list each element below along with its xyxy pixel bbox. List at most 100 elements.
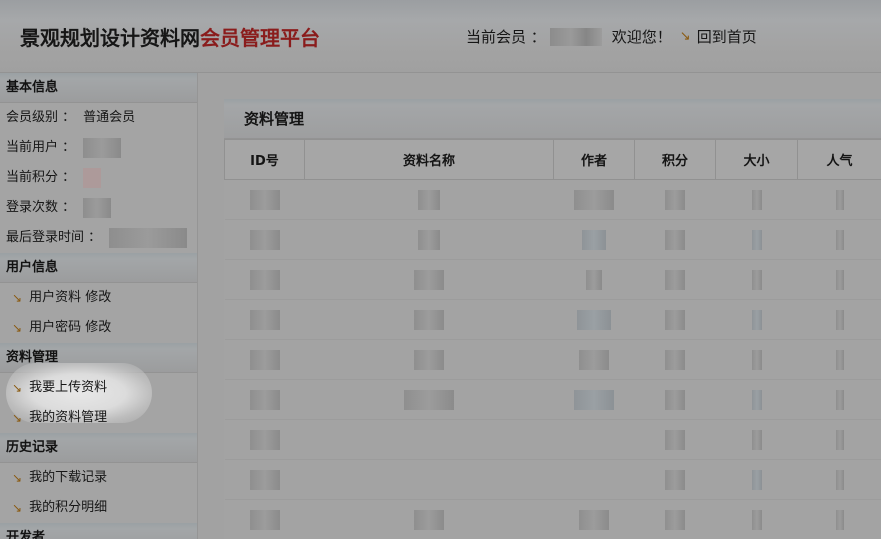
home-link[interactable]: 回到首页 [697,26,757,47]
redacted-value [835,309,844,330]
redacted-value [835,349,844,370]
redacted-value [414,269,444,290]
table-row[interactable] [224,459,881,500]
table-cell [553,179,635,220]
table-cell [797,459,881,500]
link-upload-material[interactable]: ↘ 我要上传资料 [0,373,197,403]
info-last-login: 最后登录时间 ： [0,223,197,253]
table-cell [715,299,798,340]
table-cell [224,299,305,340]
table-cell [634,459,716,500]
redacted-value [414,509,444,530]
section-history: 历史记录 [0,433,197,463]
table-cell [304,259,554,300]
arrow-down-right-icon: ↘ [12,411,23,425]
table-cell [634,299,716,340]
info-current-points: 当前积分 ： [0,163,197,193]
redacted-value [414,349,444,370]
redacted-value [418,229,440,250]
redacted-value [835,389,844,410]
table-header-row: ID号 资料名称 作者 积分 大小 人气 [224,139,881,180]
redacted-value [579,349,609,370]
table-cell [634,499,716,539]
login-count-redacted [83,198,112,218]
table-cell [634,339,716,380]
table-cell [797,339,881,380]
sidebar: 基本信息 会员级别 ： 普通会员 当前用户 ： 当前积分 ： 登录次数 ： 最后… [0,73,198,539]
table-row[interactable] [224,299,881,340]
link-points-detail[interactable]: ↘ 我的积分明细 [0,493,197,523]
table-cell [304,379,554,420]
table-cell [797,379,881,420]
arrow-down-right-icon: ↘ [12,471,23,485]
table-cell [797,299,881,340]
redacted-value [418,189,440,210]
table-cell [634,179,716,220]
redacted-value [249,509,280,530]
table-row[interactable] [224,219,881,260]
welcome-text: 欢迎您！ [611,28,672,46]
table-cell [553,459,635,500]
link-my-materials[interactable]: ↘ 我的资料管理 [0,403,197,433]
col-points: 积分 [634,139,716,180]
table-cell [797,219,881,260]
table-cell [553,419,635,460]
table-cell [304,219,554,260]
redacted-value [835,469,844,490]
arrow-down-right-icon: ↘ [12,501,23,515]
brand-accent: 会员管理平台 [200,26,320,50]
redacted-value [751,189,762,210]
table-cell [715,219,798,260]
redacted-value [665,309,685,330]
table-cell [797,259,881,300]
redacted-value [665,189,685,210]
link-download-history[interactable]: ↘ 我的下载记录 [0,463,197,493]
table-row[interactable] [224,499,881,539]
table-row[interactable] [224,379,881,420]
arrow-down-right-icon: ↘ [12,321,23,335]
table-row[interactable] [224,339,881,380]
redacted-value [751,429,762,450]
material-panel: 资料管理 ID号 资料名称 作者 积分 大小 人气 [224,99,881,539]
redacted-value [249,229,280,250]
table-cell [304,339,554,380]
section-user-info: 用户信息 [0,253,197,283]
arrow-down-right-icon: ↘ [679,29,691,44]
table-cell [715,499,798,539]
panel-title: 资料管理 [224,99,881,139]
redacted-value [665,269,685,290]
member-level-value: 普通会员 [83,110,136,125]
redacted-value [404,389,454,410]
table-cell [634,219,716,260]
table-row[interactable] [224,179,881,220]
redacted-value [665,509,685,530]
table-cell [304,419,554,460]
member-name-redacted [549,27,602,46]
table-cell [715,339,798,380]
table-cell [553,219,635,260]
arrow-down-right-icon: ↘ [12,291,23,305]
table-cell [304,299,554,340]
link-edit-profile[interactable]: ↘ 用户资料 修改 [0,283,197,313]
redacted-value [586,269,602,290]
redacted-value [665,469,685,490]
redacted-value [835,509,844,530]
redacted-value [574,189,614,210]
link-edit-password[interactable]: ↘ 用户密码 修改 [0,313,197,343]
table-cell [797,419,881,460]
redacted-value [751,269,762,290]
table-cell [715,419,798,460]
table-row[interactable] [224,259,881,300]
redacted-value [665,389,685,410]
member-label: 当前会员 ： [466,28,546,46]
arrow-down-right-icon: ↘ [12,381,23,395]
table-cell [224,379,305,420]
redacted-value [835,429,844,450]
redacted-value [249,269,280,290]
table-row[interactable] [224,419,881,460]
table-cell [715,379,798,420]
section-developer: 开发者 [0,523,197,539]
table-cell [224,339,305,380]
current-points-redacted [83,168,102,188]
member-bar: 当前会员 ： 欢迎您！ ↘ 回到首页 [466,26,757,47]
